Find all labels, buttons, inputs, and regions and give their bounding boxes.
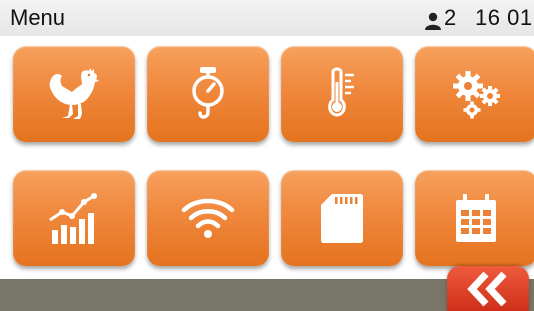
wifi-icon — [181, 198, 235, 238]
scale-icon — [192, 67, 224, 119]
growth-chart-icon — [49, 193, 97, 244]
back-button[interactable] — [447, 266, 529, 311]
history-button[interactable] — [13, 170, 135, 266]
climate-button[interactable] — [281, 46, 403, 142]
calendar-button[interactable] — [415, 170, 534, 266]
network-button[interactable] — [147, 170, 269, 266]
flock-button[interactable] — [13, 46, 135, 142]
sd-card-icon — [321, 194, 363, 243]
page-title: Menu — [10, 5, 66, 30]
settings-button[interactable] — [415, 46, 534, 142]
thermometer-icon — [328, 67, 354, 117]
status-bar: Menu 2 16 01 — [0, 0, 534, 36]
sd-card-button[interactable] — [281, 170, 403, 266]
weighing-button[interactable] — [147, 46, 269, 142]
chicken-icon — [49, 68, 99, 119]
user-icon — [425, 12, 441, 30]
gears-icon — [453, 71, 500, 119]
calendar-icon — [456, 194, 496, 242]
user-count: 2 — [444, 5, 457, 30]
clock-time: 16 01 — [475, 5, 533, 30]
double-chevron-left-icon — [467, 271, 507, 306]
